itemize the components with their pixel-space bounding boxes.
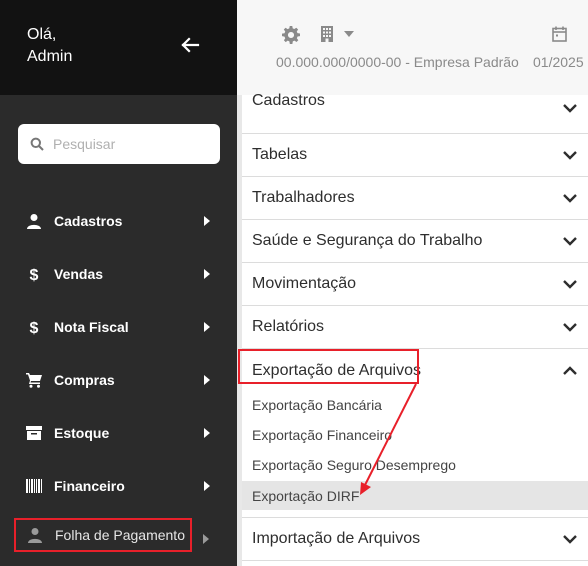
submenu-label: Exportação Seguro Desemprego — [252, 457, 456, 473]
settings-button[interactable] — [282, 26, 300, 44]
menu-section-exportacao-de-arquivos[interactable]: Exportação de Arquivos — [242, 349, 588, 392]
sidebar: Olá, Admin Cadastros $ — [0, 0, 237, 566]
chevron-down-icon — [563, 151, 577, 160]
caret-right-icon — [203, 375, 211, 385]
menu-section-label: Trabalhadores — [252, 189, 355, 206]
menu-section-label: Saúde e Segurança do Trabalho — [252, 232, 483, 249]
cart-icon — [26, 372, 42, 388]
submenu-exportacao-financeiro[interactable]: Exportação Financeiro — [242, 420, 588, 450]
greeting-user: Admin — [27, 48, 73, 65]
sidebar-item-vendas[interactable]: $ Vendas — [14, 258, 222, 290]
dollar-icon: $ — [26, 319, 42, 335]
menu-section-label: Importação de Arquivos — [252, 530, 421, 547]
menu-section-trabalhadores[interactable]: Trabalhadores — [242, 177, 588, 220]
building-icon — [321, 26, 333, 42]
gear-icon — [282, 26, 300, 44]
menu-section-cadastros[interactable]: Cadastros — [242, 92, 588, 134]
period-button[interactable] — [552, 26, 567, 42]
user-icon — [26, 213, 42, 229]
menu-section-relatorios[interactable]: Relatórios — [242, 306, 588, 349]
top-header — [237, 0, 588, 95]
sidebar-item-label: Vendas — [54, 266, 104, 282]
menu-section-importacao-de-arquivos[interactable]: Importação de Arquivos — [242, 517, 588, 561]
sidebar-item-estoque[interactable]: Estoque — [14, 417, 222, 449]
search-icon — [30, 137, 44, 151]
caret-down-icon — [344, 31, 354, 37]
sidebar-item-label: Compras — [54, 372, 115, 388]
sidebar-item-compras[interactable]: Compras — [14, 364, 222, 396]
submenu-label: Exportação Bancária — [252, 397, 382, 413]
dollar-icon: $ — [26, 266, 42, 282]
user-icon — [27, 527, 43, 543]
search-box — [18, 124, 220, 164]
caret-right-icon — [203, 216, 211, 226]
sidebar-item-label: Financeiro — [54, 478, 125, 494]
caret-right-icon — [203, 481, 211, 491]
company-selector-button[interactable] — [320, 26, 334, 42]
chevron-down-icon — [563, 194, 577, 203]
arrow-left-icon — [181, 37, 200, 53]
collapse-sidebar-button[interactable] — [178, 33, 204, 59]
sidebar-item-label: Nota Fiscal — [54, 319, 129, 335]
calendar-icon — [552, 26, 567, 42]
greeting-line-1: Olá, — [27, 26, 57, 43]
menu-section-tabelas[interactable]: Tabelas — [242, 134, 588, 177]
sidebar-item-nota-fiscal[interactable]: $ Nota Fiscal — [14, 311, 222, 343]
company-dropdown-toggle[interactable] — [344, 31, 354, 37]
sidebar-item-cadastros[interactable]: Cadastros — [14, 205, 222, 237]
submenu-exportacao-dirf[interactable]: Exportação DIRF — [242, 481, 588, 510]
submenu-label: Exportação DIRF — [252, 487, 360, 504]
caret-right-icon — [203, 428, 211, 438]
sidebar-header: Olá, Admin — [0, 0, 237, 95]
caret-right-icon — [203, 322, 211, 332]
sidebar-item-folha-de-pagamento[interactable]: Folha de Pagamento — [14, 518, 192, 552]
chevron-down-icon — [563, 280, 577, 289]
svg-text:$: $ — [30, 267, 39, 282]
period-label: 01/2025 — [533, 54, 584, 70]
submenu-exportacao-seguro-desemprego[interactable]: Exportação Seguro Desemprego — [242, 450, 588, 480]
menu-section-label: Tabelas — [252, 146, 308, 163]
menu-section-label: Cadastros — [252, 92, 325, 109]
caret-right-icon — [202, 534, 210, 544]
submenu-label: Exportação Financeiro — [252, 427, 393, 443]
sidebar-item-financeiro[interactable]: Financeiro — [14, 470, 222, 502]
sidebar-item-label: Folha de Pagamento — [55, 527, 185, 543]
menu-section-saude-seguranca[interactable]: Saúde e Segurança do Trabalho — [242, 220, 588, 263]
greeting: Olá, Admin — [27, 24, 72, 68]
sidebar-item-label: Cadastros — [54, 213, 123, 229]
chevron-down-icon — [563, 535, 577, 544]
menu-section-label: Movimentação — [252, 275, 357, 292]
submenu-exportacao-bancaria[interactable]: Exportação Bancária — [242, 390, 588, 420]
caret-right-icon — [203, 269, 211, 279]
archive-icon — [26, 425, 42, 441]
menu-section-label: Relatórios — [252, 318, 325, 335]
barcode-icon — [26, 478, 42, 494]
menu-section-movimentacao[interactable]: Movimentação — [242, 263, 588, 306]
chevron-down-icon — [563, 237, 577, 246]
sidebar-item-label: Estoque — [54, 425, 110, 441]
search-input[interactable] — [53, 136, 203, 152]
company-label: 00.000.000/0000-00 - Empresa Padrão — [276, 54, 519, 70]
chevron-down-icon — [563, 104, 577, 113]
chevron-down-icon — [563, 323, 577, 332]
chevron-up-icon — [563, 366, 577, 375]
svg-text:$: $ — [30, 320, 39, 335]
menu-section-label: Exportação de Arquivos — [252, 361, 421, 379]
